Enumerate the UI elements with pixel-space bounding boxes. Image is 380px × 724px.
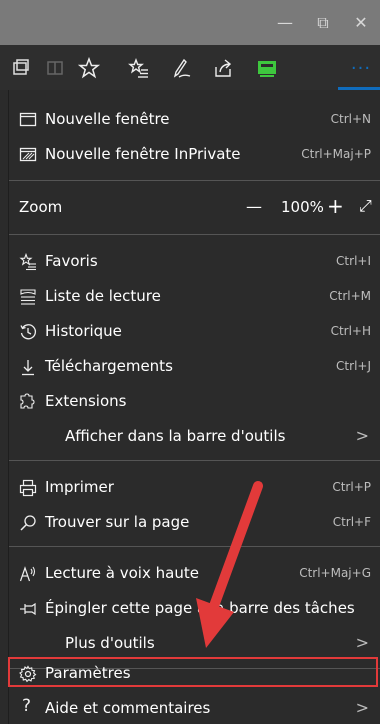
annotation-arrow [196,481,263,648]
